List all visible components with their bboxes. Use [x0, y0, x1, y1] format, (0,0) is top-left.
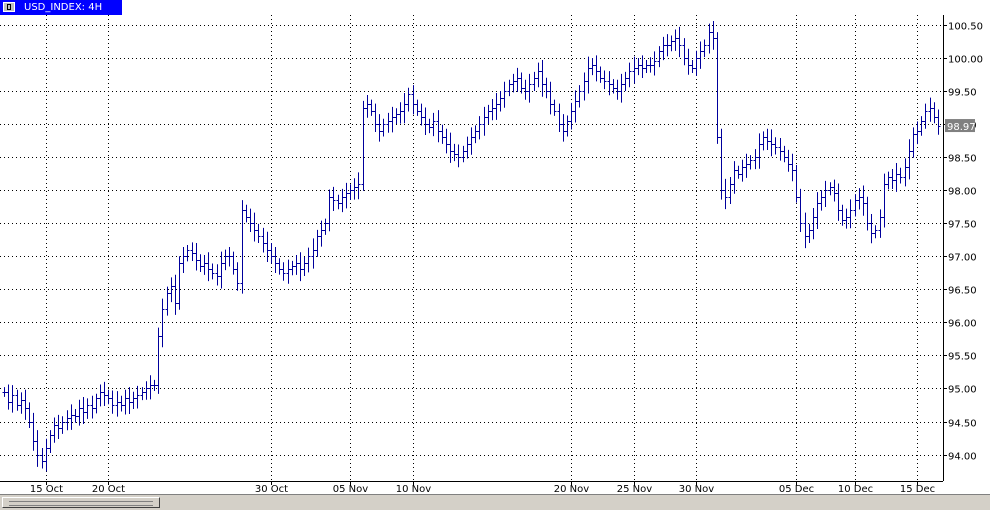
time-tick-label: 20 Oct — [92, 484, 125, 494]
time-tick-label: 10 Nov — [396, 484, 432, 494]
price-tick-label: 97.50 — [948, 220, 977, 231]
time-tick-label: 15 Dec — [900, 484, 935, 494]
horizontal-scrollbar[interactable] — [0, 494, 990, 510]
price-tick-label: 98.00 — [948, 187, 977, 198]
time-tick-label: 05 Nov — [333, 484, 369, 494]
chart-title: USD_INDEX: 4H — [24, 2, 103, 13]
current-price-label: 98.97 — [947, 122, 976, 133]
time-tick-label: 15 Oct — [30, 484, 63, 494]
time-axis: 15 Oct 20 Oct 30 Oct 05 Nov 10 Nov 20 Nov 25 N… — [30, 481, 935, 494]
time-tick-label: 20 Nov — [554, 484, 590, 494]
price-tick-label: 100.50 — [948, 22, 983, 33]
current-price-badge: 98.97 — [945, 119, 976, 133]
time-tick-label: 05 Dec — [779, 484, 814, 494]
price-tick-label: 100.00 — [948, 55, 983, 66]
price-tick-label: 96.00 — [948, 319, 977, 330]
chart-title-tab[interactable]: USD_INDEX: 4H — [0, 0, 122, 15]
time-tick-label: 25 Nov — [617, 484, 653, 494]
price-tick-label: 97.00 — [948, 253, 977, 264]
price-axis: 100.50100.0099.5099.0098.5098.0097.5097.… — [943, 22, 983, 463]
time-tick-label: 30 Oct — [255, 484, 288, 494]
time-tick-label: 10 Dec — [838, 484, 873, 494]
scrollbar-thumb[interactable] — [2, 497, 160, 508]
time-tick-label: 30 Nov — [679, 484, 715, 494]
price-tick-label: 99.50 — [948, 88, 977, 99]
price-tick-label: 95.00 — [948, 385, 977, 396]
price-tick-label: 94.50 — [948, 419, 977, 430]
price-tick-label: 95.50 — [948, 352, 977, 363]
chart-window-icon[interactable] — [3, 2, 15, 12]
price-tick-label: 98.50 — [948, 154, 977, 165]
price-tick-label: 94.00 — [948, 452, 977, 463]
plot-area — [0, 15, 943, 481]
price-tick-label: 96.50 — [948, 286, 977, 297]
price-chart: 100.50100.0099.5099.0098.5098.0097.5097.… — [0, 15, 983, 494]
